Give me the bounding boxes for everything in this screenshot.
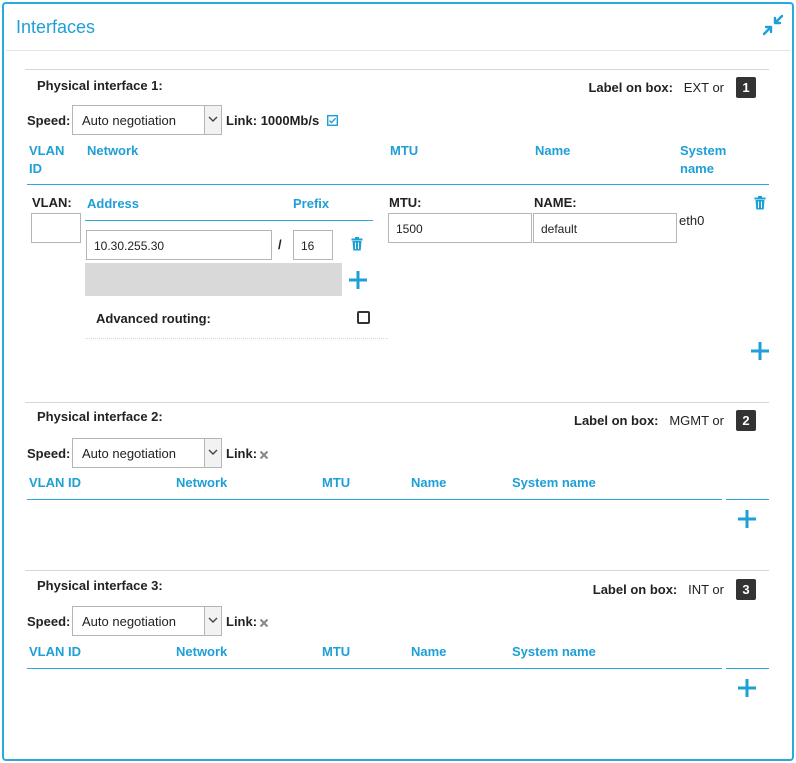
prefix-input-value: 16 <box>301 239 315 253</box>
column-header-network: Network <box>176 475 228 490</box>
column-header-name: Name <box>411 644 447 659</box>
name-label: NAME: <box>534 195 577 210</box>
chevron-down-icon <box>204 607 221 635</box>
column-header-mtu: MTU <box>322 475 351 490</box>
interface-2-label-on-box: Label on box: MGMT or <box>574 413 724 428</box>
label-on-box-value: INT or <box>688 582 724 597</box>
column-header-system-name: System name <box>512 475 596 490</box>
speed-select-value: Auto negotiation <box>82 113 176 128</box>
title-divider <box>6 50 790 51</box>
prefix-header: Prefix <box>293 196 330 211</box>
link-label: Link: <box>226 614 258 629</box>
column-header-system-name: System name <box>680 143 727 176</box>
vlan-input[interactable] <box>31 213 81 243</box>
trash-icon[interactable] <box>754 196 766 213</box>
plus-icon[interactable] <box>348 270 368 293</box>
section-divider <box>25 402 769 403</box>
speed-select-value: Auto negotiation <box>82 446 176 461</box>
column-header-system-name: System name <box>512 644 596 659</box>
header-divider <box>27 184 769 185</box>
system-name-value: eth0 <box>679 213 705 228</box>
mtu-input[interactable]: 1500 <box>388 213 532 243</box>
column-header-name: Name <box>535 143 571 158</box>
interface-3-title: Physical interface 3: <box>37 578 163 593</box>
header-divider <box>27 499 722 500</box>
interface-2-badge: 2 <box>736 410 756 431</box>
link-value: 1000Mb/s <box>260 113 320 128</box>
link-label: Link: <box>226 446 258 461</box>
prefix-input[interactable]: 16 <box>293 230 333 260</box>
interface-1-speed-select[interactable]: Auto negotiation <box>72 105 222 135</box>
interface-2-title: Physical interface 2: <box>37 409 163 424</box>
address-header: Address <box>87 196 140 211</box>
label-on-box-value: MGMT or <box>669 413 724 428</box>
column-header-name: Name <box>411 475 447 490</box>
column-header-vlan-id: VLAN ID <box>29 143 65 176</box>
header-divider <box>726 499 769 500</box>
address-input-value: 10.30.255.30 <box>94 239 165 253</box>
label-on-box-label: Label on box: <box>574 413 659 428</box>
interface-3-label-on-box: Label on box: INT or <box>593 582 724 597</box>
x-icon <box>259 448 269 463</box>
section-divider <box>25 570 769 571</box>
address-input[interactable]: 10.30.255.30 <box>86 230 272 260</box>
plus-icon[interactable] <box>750 341 770 364</box>
name-input-value: default <box>541 222 578 236</box>
plus-icon[interactable] <box>737 678 757 701</box>
x-icon <box>259 616 269 631</box>
checked-box-icon <box>326 114 339 127</box>
advanced-routing-checkbox[interactable] <box>357 311 370 324</box>
speed-label: Speed: <box>27 446 71 461</box>
section-divider <box>25 69 769 70</box>
header-divider <box>726 668 769 669</box>
interface-1-title: Physical interface 1: <box>37 78 163 93</box>
collapse-arrows-icon[interactable] <box>762 14 784 36</box>
column-header-network: Network <box>87 143 139 158</box>
speed-select-value: Auto negotiation <box>82 614 176 629</box>
address-block-divider <box>85 338 388 339</box>
interface-1-badge: 1 <box>736 77 756 98</box>
address-header-divider <box>85 220 373 221</box>
label-on-box-value: EXT or <box>683 80 724 95</box>
chevron-down-icon <box>204 106 221 134</box>
speed-label: Speed: <box>27 614 71 629</box>
interface-1-link: Link: 1000Mb/s <box>226 113 319 128</box>
link-label: Link: <box>226 113 258 128</box>
label-on-box-label: Label on box: <box>588 80 673 95</box>
advanced-routing-label: Advanced routing: <box>96 311 211 326</box>
vlan-label: VLAN: <box>32 195 72 210</box>
mtu-label: MTU: <box>389 195 422 210</box>
interface-3-badge: 3 <box>736 579 756 600</box>
interface-3-speed-select[interactable]: Auto negotiation <box>72 606 222 636</box>
interface-2-link: Link: <box>226 446 257 461</box>
route-placeholder-area <box>85 263 342 296</box>
interface-3-link: Link: <box>226 614 257 629</box>
header-divider <box>27 668 722 669</box>
prefix-separator: / <box>278 237 282 252</box>
plus-icon[interactable] <box>737 509 757 532</box>
speed-label: Speed: <box>27 113 71 128</box>
trash-icon[interactable] <box>351 237 363 254</box>
interface-1-label-on-box: Label on box: EXT or <box>588 80 724 95</box>
chevron-down-icon <box>204 439 221 467</box>
label-on-box-label: Label on box: <box>592 582 678 597</box>
column-header-mtu: MTU <box>322 644 351 659</box>
column-header-network: Network <box>176 644 228 659</box>
interface-2-speed-select[interactable]: Auto negotiation <box>72 438 222 468</box>
column-header-vlan-id: VLAN ID <box>29 475 81 490</box>
column-header-vlan-id: VLAN ID <box>29 644 81 659</box>
mtu-input-value: 1500 <box>396 222 423 236</box>
name-input[interactable]: default <box>533 213 677 243</box>
column-header-mtu: MTU <box>390 143 419 158</box>
panel-title: Interfaces <box>16 17 96 37</box>
